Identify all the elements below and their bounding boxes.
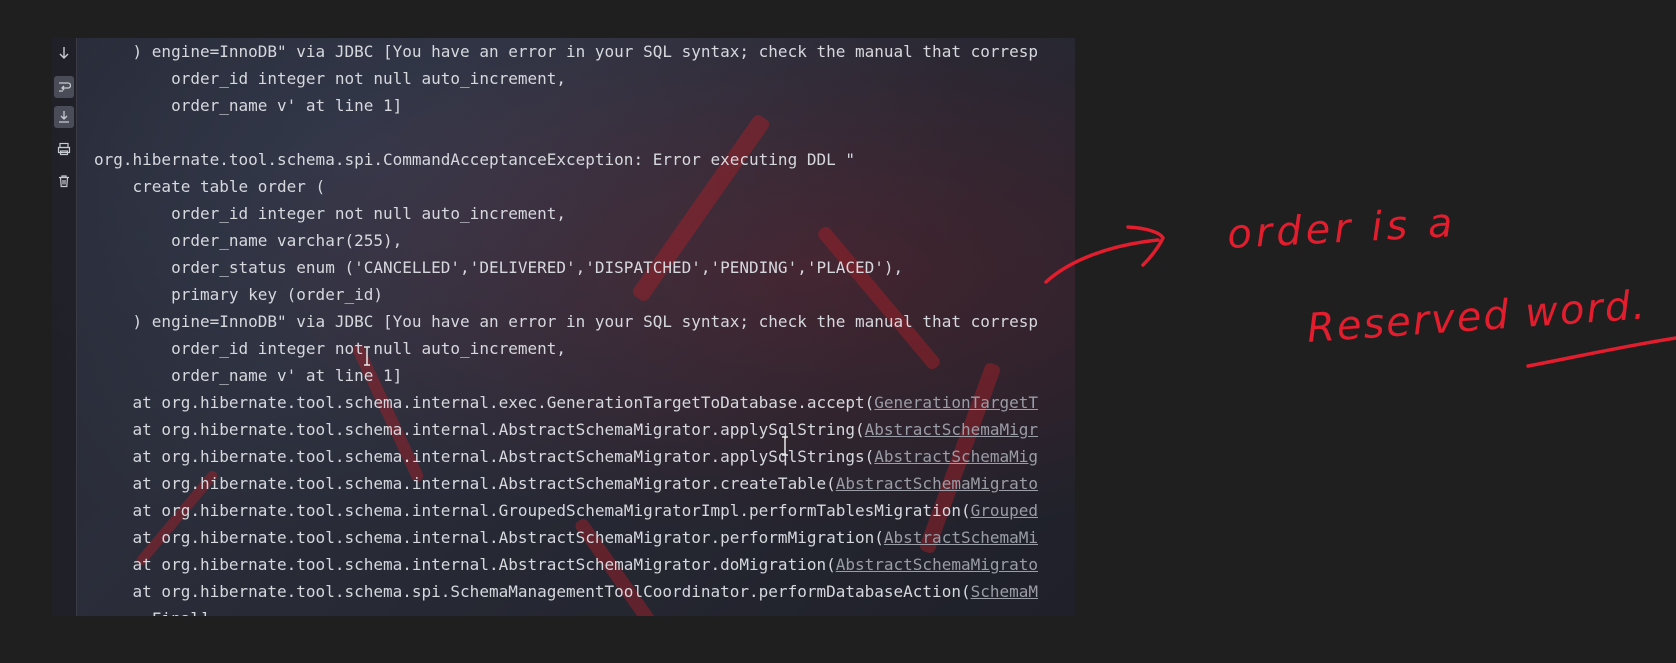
console-line-text: order_name v' at line 1] [171, 96, 403, 115]
stacktrace-source-link[interactable]: GenerationTargetT [874, 393, 1038, 412]
print-icon[interactable] [54, 138, 74, 160]
annotation-text-line2: Reserved word. [1305, 282, 1648, 352]
console-line-text: at org.hibernate.tool.schema.internal.Ab… [132, 555, 836, 574]
annotation-arrow-head [1126, 225, 1165, 267]
scroll-to-end-icon[interactable] [54, 106, 74, 128]
console-line-text: at org.hibernate.tool.schema.internal.Gr… [132, 501, 971, 520]
console-line: order_name v' at line 1] [94, 362, 1038, 389]
console-line: create table order ( [94, 173, 1038, 200]
console-output[interactable]: ) engine=InnoDB" via JDBC [You have an e… [94, 38, 1038, 616]
console-line-text: at org.hibernate.tool.schema.internal.Ab… [132, 474, 836, 493]
console-line-text: at org.hibernate.tool.schema.internal.Ab… [132, 528, 884, 547]
console-line: order_status enum ('CANCELLED','DELIVERE… [94, 254, 1038, 281]
text-cursor-icon [782, 436, 788, 456]
console-line: at org.hibernate.tool.schema.internal.Ab… [94, 416, 1038, 443]
console-line: at org.hibernate.tool.schema.spi.SchemaM… [94, 578, 1039, 605]
console-line: at org.hibernate.tool.schema.internal.Ab… [94, 551, 1039, 578]
console-line: at org.hibernate.tool.schema.internal.Ab… [94, 443, 1039, 470]
clear-all-icon[interactable] [54, 170, 74, 192]
console-toolbar [52, 38, 77, 616]
scroll-down-icon[interactable] [54, 42, 74, 64]
console-line-text: primary key (order_id) [171, 285, 383, 304]
console-line-text: create table order ( [132, 177, 326, 196]
stacktrace-source-link[interactable]: AbstractSchemaMi [884, 528, 1038, 547]
annotation-underline [1526, 336, 1676, 368]
console-line-text: order_id integer not null auto_increment… [171, 69, 567, 88]
console-line: org.hibernate.tool.schema.spi.CommandAcc… [94, 146, 1038, 173]
console-line-text: Final] [152, 609, 210, 616]
console-line-text: at org.hibernate.tool.schema.spi.SchemaM… [132, 582, 971, 601]
run-console-panel[interactable]: ) engine=InnoDB" via JDBC [You have an e… [52, 38, 1075, 616]
console-line-text: at org.hibernate.tool.schema.internal.Ab… [132, 447, 875, 466]
stacktrace-source-link[interactable]: AbstractSchemaMig [874, 447, 1038, 466]
stacktrace-source-link[interactable]: SchemaM [971, 582, 1038, 601]
console-line: order_id integer not null auto_increment… [94, 335, 1038, 362]
soft-wrap-icon[interactable] [54, 76, 74, 98]
console-line: primary key (order_id) [94, 281, 1038, 308]
stacktrace-source-link[interactable]: AbstractSchemaMigrato [836, 474, 1038, 493]
console-blank-line [94, 119, 1038, 146]
console-line: at org.hibernate.tool.schema.internal.Ab… [94, 470, 1039, 497]
screen: ) engine=InnoDB" via JDBC [You have an e… [0, 0, 1676, 663]
console-line: Final] [94, 605, 1038, 616]
console-line-text: ) engine=InnoDB" via JDBC [You have an e… [132, 312, 1039, 331]
console-line-text: order_name varchar(255), [171, 231, 403, 250]
stacktrace-source-link[interactable]: AbstractSchemaMigrato [836, 555, 1038, 574]
console-line: order_name v' at line 1] [94, 92, 1038, 119]
console-line: at org.hibernate.tool.schema.internal.Ab… [94, 524, 1038, 551]
console-line-text: ) engine=InnoDB" via JDBC [You have an e… [132, 42, 1039, 61]
console-line-text: order_name v' at line 1] [171, 366, 403, 385]
console-line-text: at org.hibernate.tool.schema.internal.Ab… [132, 420, 865, 439]
console-line-text: order_status enum ('CANCELLED','DELIVERE… [171, 258, 904, 277]
console-line: ) engine=InnoDB" via JDBC [You have an e… [94, 38, 1038, 65]
annotation-text-line1: order is a [1226, 200, 1457, 258]
console-line: order_id integer not null auto_increment… [94, 65, 1038, 92]
console-line-text: org.hibernate.tool.schema.spi.CommandAcc… [94, 150, 855, 169]
console-line: order_name varchar(255), [94, 227, 1038, 254]
stacktrace-source-link[interactable]: Grouped [971, 501, 1038, 520]
console-line: at org.hibernate.tool.schema.internal.Gr… [94, 497, 1039, 524]
console-line: at org.hibernate.tool.schema.internal.ex… [94, 389, 1039, 416]
stacktrace-source-link[interactable]: AbstractSchemaMigr [865, 420, 1038, 439]
console-line: ) engine=InnoDB" via JDBC [You have an e… [94, 308, 1038, 335]
text-cursor-icon [364, 346, 370, 366]
console-line-text: at org.hibernate.tool.schema.internal.ex… [132, 393, 875, 412]
console-line-text: order_id integer not null auto_increment… [171, 204, 567, 223]
console-line: order_id integer not null auto_increment… [94, 200, 1038, 227]
